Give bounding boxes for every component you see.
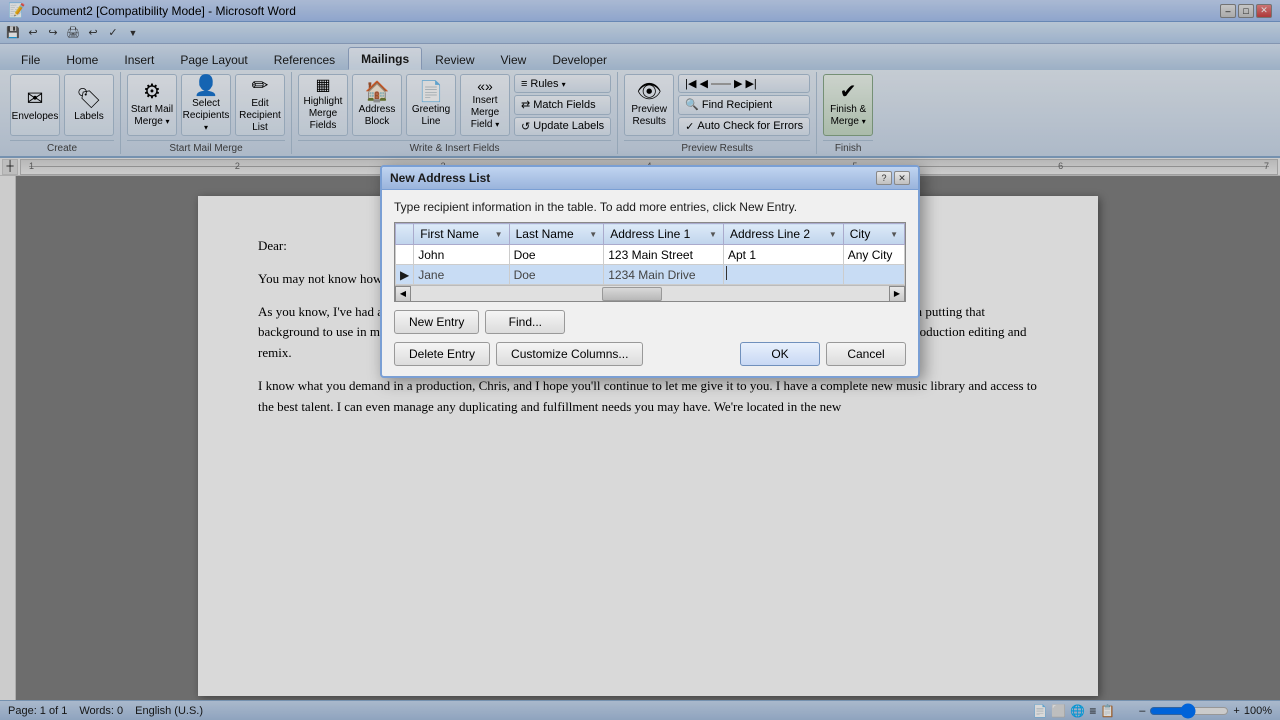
- dialog-confirm-buttons: Delete Entry Customize Columns... OK Can…: [394, 342, 906, 366]
- table-row[interactable]: John Doe 123 Main Street Apt 1 Any City: [396, 245, 905, 265]
- address-table-wrapper[interactable]: First Name ▼ Last Name ▼: [394, 222, 906, 302]
- col-address1-dropdown[interactable]: ▼: [709, 230, 717, 239]
- table-row[interactable]: ▶ Jane Doe 1234 Main Drive: [396, 265, 905, 285]
- row1-indicator: [396, 245, 414, 265]
- row2-city[interactable]: [843, 265, 904, 285]
- col-address-line-2[interactable]: Address Line 2 ▼: [723, 224, 843, 245]
- row1-last-name[interactable]: Doe: [509, 245, 604, 265]
- col-city[interactable]: City ▼: [843, 224, 904, 245]
- col-last-name-dropdown[interactable]: ▼: [589, 230, 597, 239]
- dialog-action-buttons: New Entry Find...: [394, 310, 906, 334]
- table-header-row: First Name ▼ Last Name ▼: [396, 224, 905, 245]
- scroll-left-button[interactable]: ◀: [395, 286, 411, 302]
- col-address-line-1[interactable]: Address Line 1 ▼: [604, 224, 724, 245]
- cancel-button[interactable]: Cancel: [826, 342, 906, 366]
- row-indicator-header: [396, 224, 414, 245]
- col-first-name-dropdown[interactable]: ▼: [495, 230, 503, 239]
- cursor-blink: [726, 266, 727, 280]
- row1-first-name[interactable]: John: [414, 245, 509, 265]
- dialog-body: Type recipient information in the table.…: [382, 190, 918, 376]
- row2-address2[interactable]: [723, 265, 843, 285]
- scroll-thumb[interactable]: [602, 287, 662, 301]
- row2-indicator: ▶: [396, 265, 414, 285]
- new-entry-button[interactable]: New Entry: [394, 310, 479, 334]
- row2-first-name[interactable]: Jane: [414, 265, 509, 285]
- customize-columns-button[interactable]: Customize Columns...: [496, 342, 643, 366]
- find-button[interactable]: Find...: [485, 310, 565, 334]
- dialog-controls[interactable]: ? ✕: [876, 171, 910, 185]
- dialog-close-button[interactable]: ✕: [894, 171, 910, 185]
- row1-city[interactable]: Any City: [843, 245, 904, 265]
- new-address-list-dialog: New Address List ? ✕ Type recipient info…: [380, 165, 920, 378]
- row1-address1[interactable]: 123 Main Street: [604, 245, 724, 265]
- row2-address1[interactable]: 1234 Main Drive: [604, 265, 724, 285]
- delete-entry-button[interactable]: Delete Entry: [394, 342, 490, 366]
- col-address2-dropdown[interactable]: ▼: [829, 230, 837, 239]
- col-first-name[interactable]: First Name ▼: [414, 224, 509, 245]
- dialog-titlebar: New Address List ? ✕: [382, 167, 918, 190]
- address-table[interactable]: First Name ▼ Last Name ▼: [395, 223, 905, 285]
- ok-button[interactable]: OK: [740, 342, 820, 366]
- scroll-right-button[interactable]: ▶: [889, 286, 905, 302]
- dialog-help-button[interactable]: ?: [876, 171, 892, 185]
- scroll-track[interactable]: [411, 286, 889, 302]
- dialog-title: New Address List: [390, 171, 490, 185]
- col-last-name[interactable]: Last Name ▼: [509, 224, 604, 245]
- modal-overlay: New Address List ? ✕ Type recipient info…: [0, 0, 1280, 720]
- col-city-dropdown[interactable]: ▼: [890, 230, 898, 239]
- row1-address2[interactable]: Apt 1: [723, 245, 843, 265]
- dialog-instruction: Type recipient information in the table.…: [394, 200, 906, 214]
- table-scrollbar[interactable]: ◀ ▶: [395, 285, 905, 301]
- row2-last-name[interactable]: Doe: [509, 265, 604, 285]
